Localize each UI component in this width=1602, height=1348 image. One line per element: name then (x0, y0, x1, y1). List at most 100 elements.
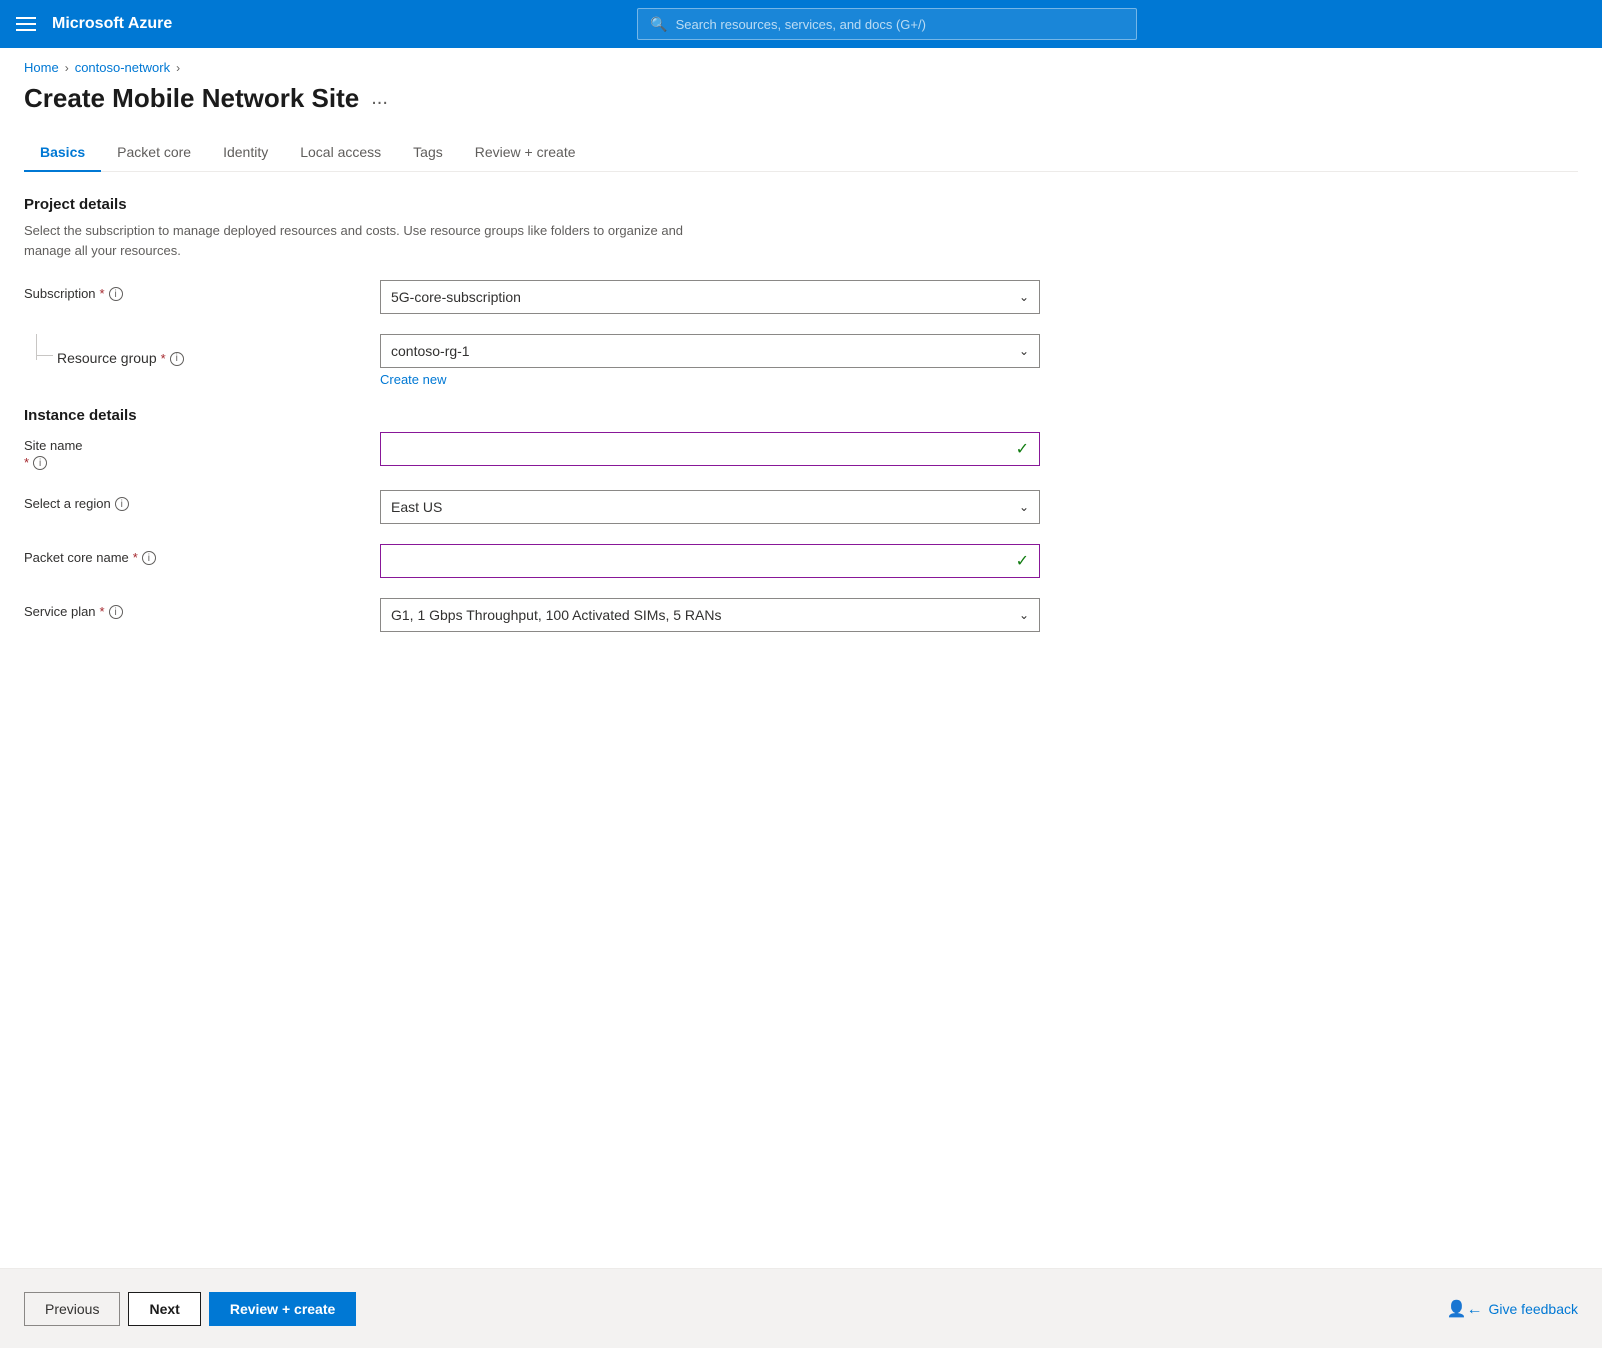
tab-identity[interactable]: Identity (207, 134, 284, 172)
site-name-control-wrap: site-1 ✓ (380, 432, 1040, 466)
region-label-text: Select a region (24, 496, 111, 511)
service-plan-label-line: Service plan * i (24, 604, 123, 619)
search-input[interactable] (676, 17, 1125, 32)
rg-label-text: Resource group (57, 350, 157, 366)
subscription-row: Subscription * i 5G-core-subscription ⌄ (24, 280, 1578, 314)
app-title: Microsoft Azure (52, 15, 172, 33)
site-name-input-wrap: site-1 ✓ (380, 432, 1040, 466)
subscription-required: * (100, 286, 105, 301)
feedback-label: Give feedback (1489, 1301, 1579, 1317)
packet-core-name-input-wrap: contoso-pc ✓ (380, 544, 1040, 578)
rg-h-line (37, 355, 53, 356)
tabs-bar: Basics Packet core Identity Local access… (24, 134, 1578, 172)
packet-core-name-input[interactable]: contoso-pc (391, 553, 1016, 569)
project-details-title: Project details (24, 196, 1578, 213)
site-name-row: Site name * i site-1 ✓ (24, 432, 1578, 470)
page-title-dots[interactable]: ... (371, 87, 388, 110)
tab-local-access[interactable]: Local access (284, 134, 397, 172)
packet-core-name-label-text: Packet core name (24, 550, 129, 565)
instance-details-section: Instance details Site name * i site-1 ✓ (24, 407, 1578, 632)
service-plan-control-wrap: G1, 1 Gbps Throughput, 100 Activated SIM… (380, 598, 1040, 632)
breadcrumb-contoso-network[interactable]: contoso-network (75, 60, 170, 75)
subscription-control-wrap: 5G-core-subscription ⌄ (380, 280, 1040, 314)
region-dropdown[interactable]: East US ⌄ (380, 490, 1040, 524)
service-plan-required: * (100, 604, 105, 619)
subscription-label-inner: Subscription * i (24, 286, 123, 301)
site-name-info-icon[interactable]: i (33, 456, 47, 470)
page-title: Create Mobile Network Site (24, 83, 359, 114)
page-content: Create Mobile Network Site ... Basics Pa… (0, 83, 1602, 772)
tab-basics[interactable]: Basics (24, 134, 101, 172)
rg-h-line-row (36, 350, 53, 360)
subscription-label-wrap: Subscription * i (24, 280, 364, 301)
bottom-bar: Previous Next Review + create 👤← Give fe… (0, 1268, 1602, 1348)
site-name-top-line: Site name (24, 438, 83, 453)
packet-core-name-control-wrap: contoso-pc ✓ (380, 544, 1040, 578)
region-row: Select a region i East US ⌄ (24, 490, 1578, 524)
region-info-icon[interactable]: i (115, 497, 129, 511)
service-plan-label-text: Service plan (24, 604, 96, 619)
site-name-required: * (24, 455, 29, 470)
breadcrumb-sep-2: › (176, 61, 180, 75)
site-name-input[interactable]: site-1 (391, 441, 1016, 457)
project-details-section: Project details Select the subscription … (24, 196, 1578, 387)
breadcrumb: Home › contoso-network › (0, 48, 1602, 83)
rg-v-line (36, 334, 37, 350)
subscription-dropdown[interactable]: 5G-core-subscription ⌄ (380, 280, 1040, 314)
tab-tags[interactable]: Tags (397, 134, 459, 172)
service-plan-value: G1, 1 Gbps Throughput, 100 Activated SIM… (391, 607, 721, 623)
rg-control-wrap: contoso-rg-1 ⌄ Create new (380, 334, 1040, 387)
rg-create-new-link[interactable]: Create new (380, 372, 446, 387)
packet-core-name-label-wrap: Packet core name * i (24, 544, 364, 565)
subscription-label-text: Subscription (24, 286, 96, 301)
rg-value: contoso-rg-1 (391, 343, 470, 359)
rg-label-area: Resource group * i (57, 334, 184, 366)
service-plan-dropdown-arrow: ⌄ (1019, 608, 1029, 622)
region-control-wrap: East US ⌄ (380, 490, 1040, 524)
previous-button[interactable]: Previous (24, 1292, 120, 1326)
site-name-label-wrap: Site name * i (24, 432, 364, 470)
subscription-info-icon[interactable]: i (109, 287, 123, 301)
rg-connector (24, 334, 53, 360)
rg-required: * (161, 351, 166, 366)
rg-indent-area: Resource group * i (24, 334, 364, 366)
tab-review-create[interactable]: Review + create (459, 134, 592, 172)
region-label-wrap: Select a region i (24, 490, 364, 511)
next-button[interactable]: Next (128, 1292, 200, 1326)
service-plan-row: Service plan * i G1, 1 Gbps Throughput, … (24, 598, 1578, 632)
search-bar[interactable]: 🔍 (637, 8, 1137, 40)
site-name-label-inner: Site name * i (24, 438, 83, 470)
page-title-row: Create Mobile Network Site ... (24, 83, 1578, 114)
packet-core-name-label-line: Packet core name * i (24, 550, 156, 565)
region-label-line: Select a region i (24, 496, 129, 511)
subscription-label-line: Subscription * i (24, 286, 123, 301)
packet-core-name-info-icon[interactable]: i (142, 551, 156, 565)
site-name-check-icon: ✓ (1016, 439, 1029, 459)
service-plan-dropdown[interactable]: G1, 1 Gbps Throughput, 100 Activated SIM… (380, 598, 1040, 632)
site-name-label-text: Site name (24, 438, 83, 453)
review-create-button[interactable]: Review + create (209, 1292, 356, 1326)
breadcrumb-home[interactable]: Home (24, 60, 59, 75)
rg-dropdown-arrow: ⌄ (1019, 344, 1029, 358)
project-details-desc: Select the subscription to manage deploy… (24, 221, 724, 260)
packet-core-name-check-icon: ✓ (1016, 551, 1029, 571)
give-feedback-button[interactable]: 👤← Give feedback (1447, 1299, 1578, 1319)
tab-packet-core[interactable]: Packet core (101, 134, 207, 172)
resource-group-row: Resource group * i contoso-rg-1 ⌄ Create… (24, 334, 1578, 387)
rg-dropdown[interactable]: contoso-rg-1 ⌄ (380, 334, 1040, 368)
subscription-dropdown-arrow: ⌄ (1019, 290, 1029, 304)
feedback-icon: 👤← (1447, 1299, 1483, 1319)
service-plan-label-wrap: Service plan * i (24, 598, 364, 619)
site-name-bottom-line: * i (24, 455, 83, 470)
packet-core-name-required: * (133, 550, 138, 565)
breadcrumb-sep-1: › (65, 61, 69, 75)
region-dropdown-arrow: ⌄ (1019, 500, 1029, 514)
subscription-value: 5G-core-subscription (391, 289, 521, 305)
service-plan-info-icon[interactable]: i (109, 605, 123, 619)
rg-info-icon[interactable]: i (170, 352, 184, 366)
packet-core-name-row: Packet core name * i contoso-pc ✓ (24, 544, 1578, 578)
top-nav: Microsoft Azure 🔍 (0, 0, 1602, 48)
hamburger-button[interactable] (16, 17, 36, 31)
region-value: East US (391, 499, 442, 515)
search-icon: 🔍 (650, 16, 667, 33)
